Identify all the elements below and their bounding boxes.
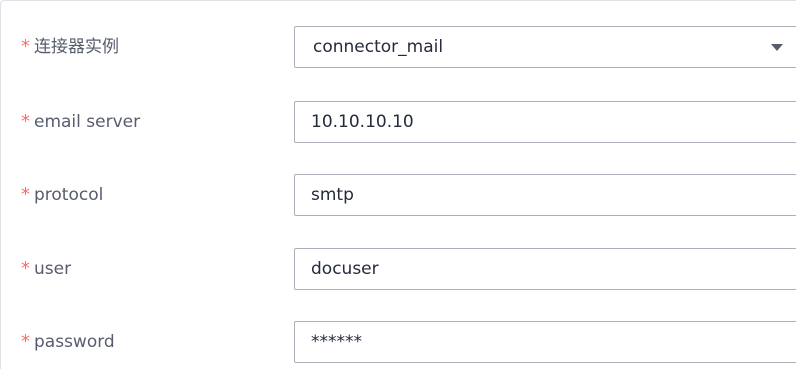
caret-down-icon[interactable] <box>771 44 783 51</box>
protocol-input[interactable]: smtp <box>294 174 796 216</box>
protocol-value: smtp <box>311 185 354 205</box>
protocol-label-text: protocol <box>34 185 104 205</box>
user-label-text: user <box>34 259 72 279</box>
form-row-protocol: * protocol smtp <box>1 174 796 216</box>
form-row-email-server: * email server 10.10.10.10 <box>1 101 796 143</box>
user-label: * user <box>21 248 71 290</box>
email-server-value: 10.10.10.10 <box>311 112 414 132</box>
password-value: ****** <box>311 332 362 352</box>
email-server-label-text: email server <box>34 112 141 132</box>
protocol-label: * protocol <box>21 174 103 216</box>
password-label-text: password <box>34 332 115 352</box>
connector-instance-label: * 连接器实例 <box>21 26 119 68</box>
email-server-input[interactable]: 10.10.10.10 <box>294 101 796 143</box>
form-row-password: * password ****** <box>1 321 796 363</box>
password-input[interactable]: ****** <box>294 321 796 363</box>
required-star-icon: * <box>21 258 30 279</box>
form-row-connector-instance: * 连接器实例 connector_mail <box>1 26 796 68</box>
email-server-label: * email server <box>21 101 140 143</box>
connector-config-form: * 连接器实例 connector_mail * email server 10.1… <box>0 0 796 369</box>
form-row-user: * user docuser <box>1 248 796 290</box>
user-input[interactable]: docuser <box>294 248 796 290</box>
required-star-icon: * <box>21 184 30 205</box>
required-star-icon: * <box>21 331 30 352</box>
required-star-icon: * <box>21 111 30 132</box>
user-value: docuser <box>311 259 379 279</box>
connector-instance-label-text: 连接器实例 <box>34 37 119 57</box>
connector-instance-select[interactable]: connector_mail <box>294 26 796 68</box>
password-label: * password <box>21 321 115 363</box>
connector-instance-value: connector_mail <box>313 37 444 57</box>
required-star-icon: * <box>21 36 30 57</box>
